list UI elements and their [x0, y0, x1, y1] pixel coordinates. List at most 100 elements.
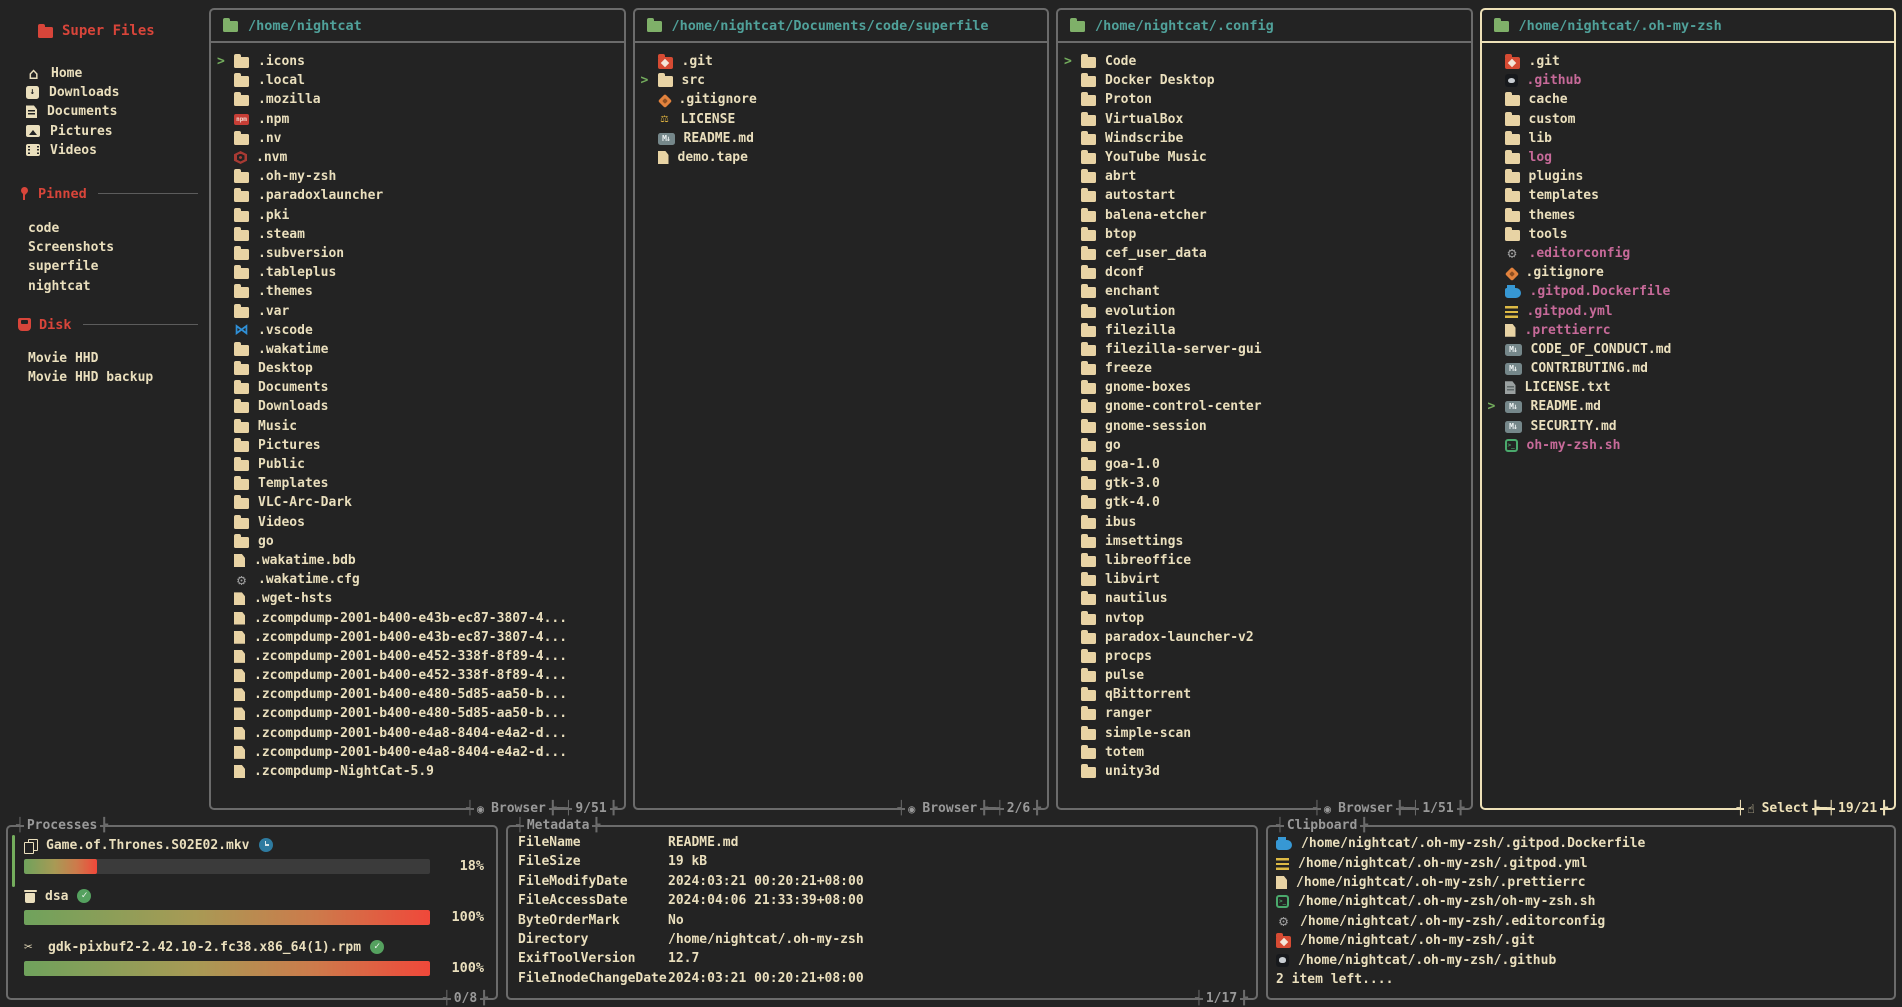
- file-row[interactable]: M↓SECURITY.md: [1488, 417, 1889, 436]
- file-row[interactable]: nautilus: [1064, 589, 1465, 608]
- file-row[interactable]: templates: [1488, 186, 1889, 205]
- sidebar-pinned-item[interactable]: Movie HHD backup: [28, 368, 202, 387]
- file-row[interactable]: .pki: [217, 206, 618, 225]
- file-row[interactable]: ⋈.vscode: [217, 321, 618, 340]
- file-row[interactable]: Downloads: [217, 397, 618, 416]
- sidebar-item-downloads[interactable]: Downloads: [26, 83, 202, 102]
- file-row[interactable]: .zcompdump-2001-b400-e43b-ec87-3807-4...: [217, 608, 618, 627]
- file-row[interactable]: .github: [1488, 71, 1889, 90]
- process-item[interactable]: ✂gdk-pixbuf2-2.42.10-2.fc38.x86_64(1).rp…: [24, 937, 484, 976]
- file-row[interactable]: go: [1064, 436, 1465, 455]
- file-row[interactable]: .npm: [217, 110, 618, 129]
- file-row[interactable]: LICENSE.txt: [1488, 378, 1889, 397]
- file-row[interactable]: .themes: [217, 282, 618, 301]
- file-row[interactable]: filezilla-server-gui: [1064, 340, 1465, 359]
- file-row[interactable]: .zcompdump-2001-b400-e452-338f-8f89-4...: [217, 666, 618, 685]
- file-row[interactable]: Templates: [217, 474, 618, 493]
- file-row[interactable]: cef_user_data: [1064, 244, 1465, 263]
- file-row[interactable]: gnome-control-center: [1064, 397, 1465, 416]
- file-row[interactable]: .zcompdump-2001-b400-e480-5d85-aa50-b...: [217, 704, 618, 723]
- file-row[interactable]: demo.tape: [641, 148, 1042, 167]
- file-row[interactable]: lib: [1488, 129, 1889, 148]
- file-row[interactable]: procps: [1064, 647, 1465, 666]
- file-row[interactable]: .wakatime.bdb: [217, 551, 618, 570]
- file-row[interactable]: freeze: [1064, 359, 1465, 378]
- file-row[interactable]: VirtualBox: [1064, 110, 1465, 129]
- file-row[interactable]: totem: [1064, 743, 1465, 762]
- file-row[interactable]: gtk-3.0: [1064, 474, 1465, 493]
- file-row[interactable]: Music: [217, 417, 618, 436]
- file-row[interactable]: gtk-4.0: [1064, 493, 1465, 512]
- file-row[interactable]: dconf: [1064, 263, 1465, 282]
- file-row[interactable]: .paradoxlauncher: [217, 186, 618, 205]
- file-row[interactable]: .gitignore: [1488, 263, 1889, 282]
- file-row[interactable]: abrt: [1064, 167, 1465, 186]
- file-row[interactable]: evolution: [1064, 301, 1465, 320]
- sidebar-pinned-item[interactable]: code: [28, 219, 202, 238]
- file-row[interactable]: go: [217, 532, 618, 551]
- sidebar-pinned-item[interactable]: superfile: [28, 257, 202, 276]
- file-row[interactable]: gnome-boxes: [1064, 378, 1465, 397]
- file-row[interactable]: filezilla: [1064, 321, 1465, 340]
- sidebar-item-documents[interactable]: Documents: [26, 102, 202, 121]
- file-row[interactable]: pulse: [1064, 666, 1465, 685]
- file-row[interactable]: .git: [641, 52, 1042, 71]
- sidebar-pinned-item[interactable]: Screenshots: [28, 238, 202, 257]
- file-row[interactable]: .steam: [217, 225, 618, 244]
- file-row[interactable]: .subversion: [217, 244, 618, 263]
- file-row[interactable]: Proton: [1064, 90, 1465, 109]
- process-item[interactable]: dsa✓100%: [24, 886, 484, 925]
- file-row[interactable]: tools: [1488, 225, 1889, 244]
- file-row[interactable]: .zcompdump-2001-b400-e4a8-8404-e4a2-d...: [217, 743, 618, 762]
- file-row[interactable]: simple-scan: [1064, 724, 1465, 743]
- file-row[interactable]: .gitignore: [641, 90, 1042, 109]
- file-row[interactable]: .gitpod.yml: [1488, 301, 1889, 320]
- file-row[interactable]: paradox-launcher-v2: [1064, 628, 1465, 647]
- file-row[interactable]: .mozilla: [217, 90, 618, 109]
- file-row[interactable]: Videos: [217, 513, 618, 532]
- file-row[interactable]: .zcompdump-2001-b400-e4a8-8404-e4a2-d...: [217, 724, 618, 743]
- file-row[interactable]: VLC-Arc-Dark: [217, 493, 618, 512]
- file-row[interactable]: .zcompdump-2001-b400-e43b-ec87-3807-4...: [217, 628, 618, 647]
- sidebar-item-videos[interactable]: Videos: [26, 141, 202, 160]
- file-row[interactable]: M↓README.md: [641, 129, 1042, 148]
- file-row[interactable]: Pictures: [217, 436, 618, 455]
- file-row[interactable]: >_oh-my-zsh.sh: [1488, 436, 1889, 455]
- file-row[interactable]: custom: [1488, 110, 1889, 129]
- file-row[interactable]: .zcompdump-2001-b400-e452-338f-8f89-4...: [217, 647, 618, 666]
- file-row[interactable]: M↓CODE_OF_CONDUCT.md: [1488, 340, 1889, 359]
- file-row[interactable]: Docker Desktop: [1064, 71, 1465, 90]
- file-row[interactable]: enchant: [1064, 282, 1465, 301]
- file-row[interactable]: .zcompdump-2001-b400-e480-5d85-aa50-b...: [217, 685, 618, 704]
- file-row[interactable]: ⚙.editorconfig: [1488, 244, 1889, 263]
- file-row[interactable]: ⚙.wakatime.cfg: [217, 570, 618, 589]
- file-row[interactable]: .tableplus: [217, 263, 618, 282]
- file-row[interactable]: Windscribe: [1064, 129, 1465, 148]
- file-row[interactable]: unity3d: [1064, 762, 1465, 781]
- sidebar-pinned-item[interactable]: Movie HHD: [28, 349, 202, 368]
- file-row[interactable]: .wget-hsts: [217, 589, 618, 608]
- file-row[interactable]: >src: [641, 71, 1042, 90]
- file-row[interactable]: Public: [217, 455, 618, 474]
- sidebar-item-pictures[interactable]: Pictures: [26, 122, 202, 141]
- file-row[interactable]: libvirt: [1064, 570, 1465, 589]
- file-row[interactable]: goa-1.0: [1064, 455, 1465, 474]
- file-row[interactable]: .git: [1488, 52, 1889, 71]
- file-row[interactable]: .wakatime: [217, 340, 618, 359]
- file-row[interactable]: gnome-session: [1064, 417, 1465, 436]
- file-row[interactable]: qBittorrent: [1064, 685, 1465, 704]
- file-row[interactable]: plugins: [1488, 167, 1889, 186]
- file-row[interactable]: Desktop: [217, 359, 618, 378]
- file-row[interactable]: log: [1488, 148, 1889, 167]
- file-row[interactable]: ⚖LICENSE: [641, 110, 1042, 129]
- file-row[interactable]: btop: [1064, 225, 1465, 244]
- file-row[interactable]: balena-etcher: [1064, 206, 1465, 225]
- file-row[interactable]: .nvm: [217, 148, 618, 167]
- file-row[interactable]: themes: [1488, 206, 1889, 225]
- file-row[interactable]: ranger: [1064, 704, 1465, 723]
- file-row[interactable]: .gitpod.Dockerfile: [1488, 282, 1889, 301]
- file-row[interactable]: ibus: [1064, 513, 1465, 532]
- file-row[interactable]: M↓CONTRIBUTING.md: [1488, 359, 1889, 378]
- file-row[interactable]: Documents: [217, 378, 618, 397]
- sidebar-item-home[interactable]: ⌂Home: [26, 64, 202, 83]
